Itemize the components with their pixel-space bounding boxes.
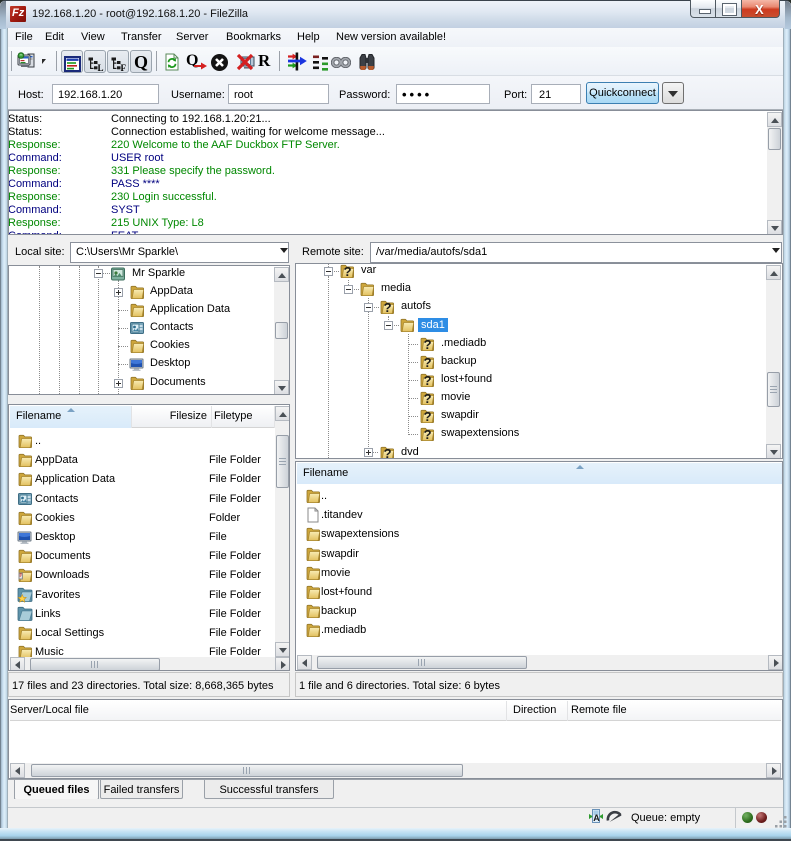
svg-text:L: L xyxy=(98,63,104,72)
svg-text:A: A xyxy=(593,813,600,823)
svg-text:F: F xyxy=(121,63,127,72)
